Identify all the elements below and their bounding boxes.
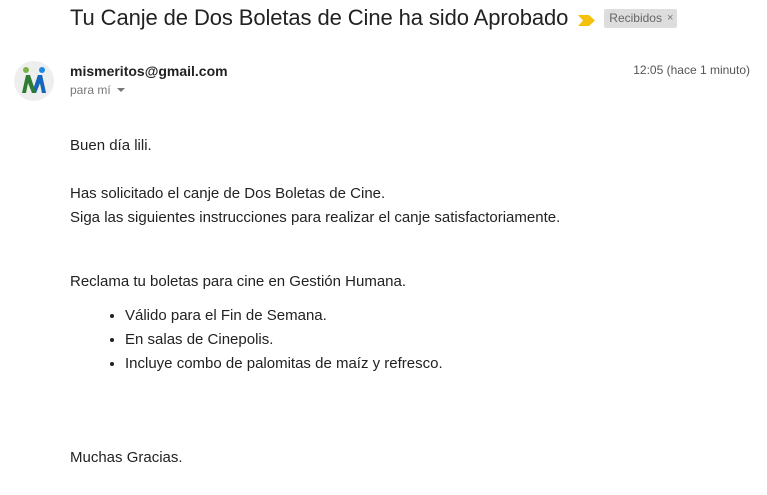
recipient-row[interactable]: para mí <box>70 83 125 97</box>
email-subject: Tu Canje de Dos Boletas de Cine ha sido … <box>70 5 569 30</box>
body-line-3: Reclama tu boletas para cine en Gestión … <box>70 273 407 290</box>
list-item: Incluye combo de palomitas de maíz y ref… <box>125 352 750 376</box>
label-remove-icon[interactable]: × <box>667 10 673 26</box>
list-item: Válido para el Fin de Semana. <box>125 304 750 328</box>
closing-text: Muchas Gracias. <box>70 449 183 466</box>
instructions-list: Válido para el Fin de Semana. En salas d… <box>70 304 750 376</box>
mismeritos-logo-icon <box>14 61 54 101</box>
subject-row: Tu Canje de Dos Boletas de Cine ha sido … <box>70 5 678 31</box>
email-view: Tu Canje de Dos Boletas de Cine ha sido … <box>0 0 767 495</box>
sender-avatar[interactable] <box>14 61 54 101</box>
body-line-1: Has solicitado el canje de Dos Boletas d… <box>70 185 386 202</box>
greeting-text: Buen día lili. <box>70 137 152 154</box>
email-timestamp: 12:05 (hace 1 minuto) <box>633 63 750 77</box>
sender-email[interactable]: mismeritos@gmail.com <box>70 63 228 79</box>
importance-marker-icon[interactable] <box>578 13 596 26</box>
email-body: Buen día lili. Has solicitado el canje d… <box>70 134 750 376</box>
label-chip-inbox[interactable]: Recibidos × <box>604 8 678 28</box>
recipient-label: para mí <box>70 83 111 97</box>
body-line-2: Siga las siguientes instrucciones para r… <box>70 209 561 226</box>
label-chip-text: Recibidos <box>609 10 662 25</box>
list-item: En salas de Cinepolis. <box>125 328 750 352</box>
details-dropdown-icon[interactable] <box>116 88 125 92</box>
